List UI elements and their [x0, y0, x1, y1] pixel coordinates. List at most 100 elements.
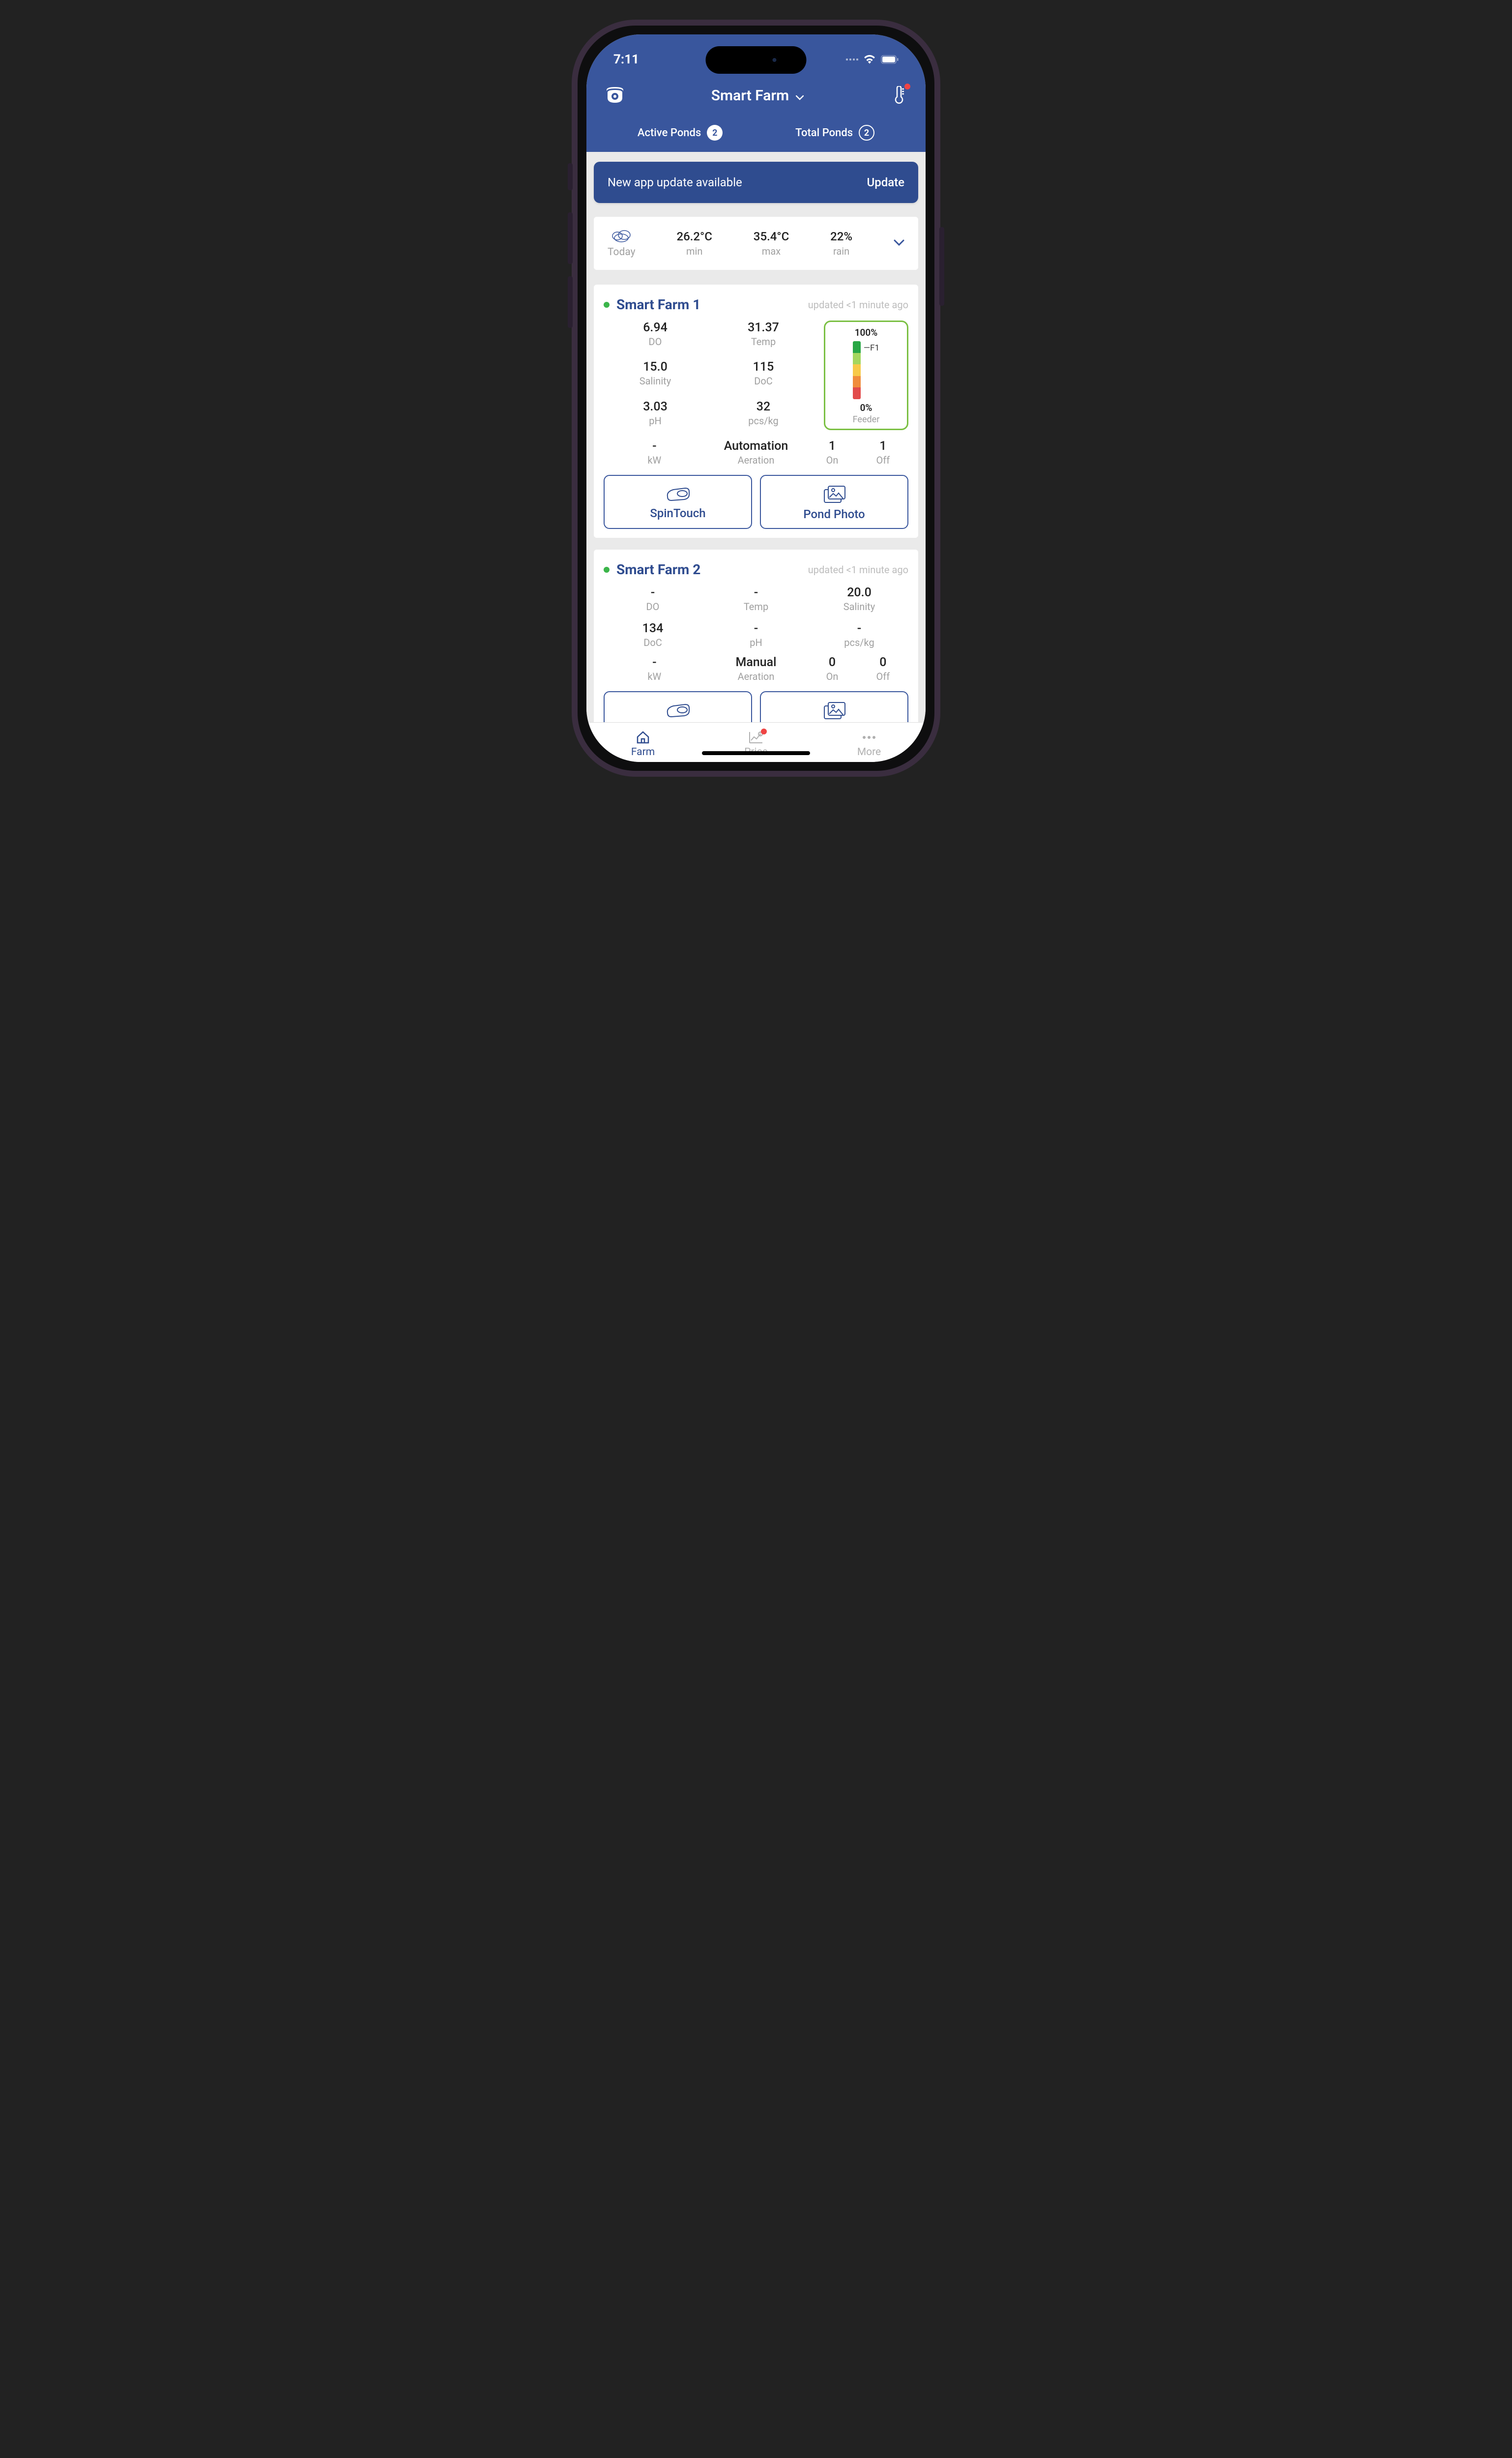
metric-kw: -kW	[604, 655, 705, 682]
metric-label: Salinity	[810, 601, 908, 613]
farm-title-text: Smart Farm	[711, 87, 789, 104]
gauge-bar-icon	[853, 341, 861, 399]
weather-card[interactable]: Today 26.2°C min 35.4°C max 22% rain	[594, 217, 918, 270]
pond-updated-text: updated <1 minute ago	[808, 299, 908, 311]
metric-label: DoC	[712, 375, 815, 387]
metric-on: 0On	[807, 655, 857, 682]
dynamic-island	[706, 46, 807, 74]
more-dots-icon	[813, 730, 926, 745]
metric-aeration: AutomationAeration	[705, 439, 807, 466]
metric-kw: -kW	[604, 439, 705, 466]
metric-label: On	[807, 454, 857, 466]
spintouch-icon	[665, 701, 691, 719]
metric-pcskg: 32pcs/kg	[712, 400, 815, 430]
metric-do: -DO	[604, 585, 702, 613]
update-banner: New app update available Update	[594, 162, 918, 203]
surveillance-camera-icon[interactable]	[604, 86, 626, 105]
battery-icon	[881, 55, 899, 64]
metric-label: pcs/kg	[712, 415, 815, 427]
notification-dot-icon	[761, 729, 767, 734]
home-icon	[586, 730, 699, 745]
metric-on: 1On	[807, 439, 857, 466]
weather-max-value: 35.4°C	[754, 230, 789, 243]
spintouch-button[interactable]: SpinTouch	[604, 691, 752, 722]
metric-value: 6.94	[604, 321, 707, 335]
total-ponds-count[interactable]: Total Ponds 2	[795, 125, 874, 141]
status-time: 7:11	[613, 52, 639, 67]
price-chart-icon: $	[699, 730, 813, 745]
chevron-down-icon[interactable]	[894, 239, 904, 248]
gauge-marker: —F1	[864, 343, 879, 353]
weather-min: 26.2°C min	[676, 230, 712, 257]
active-ponds-count[interactable]: Active Ponds 2	[638, 125, 723, 141]
tab-farm[interactable]: Farm	[586, 730, 699, 758]
pond-card-1[interactable]: Smart Farm 1 updated <1 minute ago 6.94D…	[594, 285, 918, 538]
wifi-icon	[863, 55, 876, 64]
tab-more-label: More	[813, 746, 926, 758]
metric-label: kW	[604, 671, 705, 682]
pond-card-2[interactable]: Smart Farm 2 updated <1 minute ago -DO -…	[594, 550, 918, 722]
temperature-button[interactable]	[889, 86, 908, 105]
metric-salinity: 15.0Salinity	[604, 360, 707, 390]
gauge-label: Feeder	[853, 414, 880, 425]
metric-value: 0	[807, 655, 857, 670]
metric-off: 0Off	[858, 655, 908, 682]
metric-value: 20.0	[810, 585, 908, 600]
screen: 7:11 Smart Farm	[586, 34, 926, 762]
pondphoto-label: Pond Photo	[803, 507, 865, 521]
metric-aeration: ManualAeration	[705, 655, 807, 682]
metric-label: DO	[604, 601, 702, 613]
status-dot-icon	[604, 302, 610, 308]
gauge-max: 100%	[855, 327, 878, 338]
metric-value: 15.0	[604, 360, 707, 374]
weather-today-label: Today	[608, 246, 636, 258]
phone-power-button	[939, 227, 944, 306]
metric-label: DoC	[604, 637, 702, 648]
metric-label: Off	[858, 671, 908, 682]
home-indicator[interactable]	[702, 751, 810, 755]
weather-max-label: max	[754, 245, 789, 257]
metric-label: pH	[604, 415, 707, 427]
status-dot-icon	[604, 567, 610, 573]
notification-dot-icon	[904, 84, 910, 89]
metric-label: Off	[858, 454, 908, 466]
weather-today: Today	[608, 229, 636, 258]
gauge-marker-label: F1	[870, 343, 879, 353]
farm-selector[interactable]: Smart Farm	[711, 87, 804, 104]
tab-bar: Farm $ Price More	[586, 722, 926, 762]
spintouch-button[interactable]: SpinTouch	[604, 475, 752, 529]
main-scroll[interactable]: New app update available Update Today 26…	[586, 152, 926, 722]
photo-icon	[822, 701, 846, 720]
metric-do: 6.94DO	[604, 321, 707, 351]
metric-label: kW	[604, 454, 705, 466]
metric-label: Aeration	[705, 671, 807, 682]
metric-value: Manual	[705, 655, 807, 670]
total-ponds-label: Total Ponds	[795, 127, 853, 139]
metric-pcskg: -pcs/kg	[810, 621, 908, 648]
metric-label: Temp	[712, 336, 815, 348]
metric-label: Aeration	[705, 454, 807, 466]
metric-value: 0	[858, 655, 908, 670]
weather-rain: 22% rain	[830, 230, 852, 257]
phone-volume-down	[568, 276, 573, 328]
metric-value: -	[604, 655, 705, 670]
feeder-gauge: 100% —F1 0% Feeder	[824, 321, 908, 430]
metric-value: 31.37	[712, 321, 815, 335]
metric-value: 1	[807, 439, 857, 453]
pondphoto-button[interactable]: Pond Photo	[760, 475, 908, 529]
metric-value: -	[604, 585, 702, 600]
metric-value: Automation	[705, 439, 807, 453]
cellular-icon	[846, 59, 858, 60]
metric-value: -	[707, 621, 805, 636]
update-button[interactable]: Update	[867, 176, 905, 189]
metric-label: On	[807, 671, 857, 682]
weather-rain-label: rain	[830, 245, 852, 257]
pondphoto-button[interactable]: Pond Photo	[760, 691, 908, 722]
metric-value: 3.03	[604, 400, 707, 414]
tab-farm-label: Farm	[586, 746, 699, 758]
pond-name: Smart Farm 2	[616, 561, 700, 578]
tab-more[interactable]: More	[813, 730, 926, 758]
metric-salinity: 20.0Salinity	[810, 585, 908, 613]
metric-label: pcs/kg	[810, 637, 908, 648]
phone-mute-switch	[568, 163, 573, 190]
